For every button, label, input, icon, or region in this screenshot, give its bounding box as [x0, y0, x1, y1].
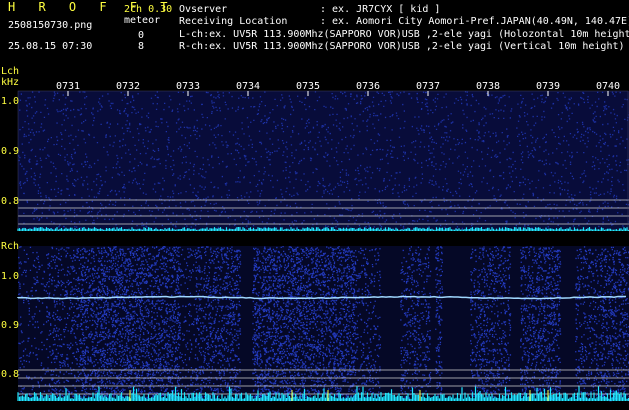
time-tick-label: 0737: [416, 81, 441, 92]
location-value: : ex. Aomori City Aomori-Pref.JAPAN(40.4…: [320, 16, 629, 27]
time-tick-label: 0736: [356, 81, 381, 92]
lch-tick-0-8: 0.8: [1, 196, 20, 207]
lch-info: L-ch:ex. UV5R 113.900Mhz(SAPPORO VOR)USB…: [179, 29, 629, 40]
time-tick-label: 0735: [296, 81, 321, 92]
time-tick-label: 0740: [596, 81, 621, 92]
lch-waterfall: [18, 91, 629, 232]
time-tick-label: 0734: [236, 81, 261, 92]
rch-info: R-ch:ex. UV5R 113.900Mhz(SAPPORO VOR)USB…: [179, 41, 625, 52]
rch-tick-0-9: 0.9: [1, 320, 20, 331]
meteor-count-lch: 0: [138, 30, 145, 41]
lch-label: Lch: [1, 66, 20, 77]
version-label: 2ch 0.30: [124, 4, 173, 15]
time-tick-label: 0733: [176, 81, 201, 92]
time-tick-label: 0738: [476, 81, 501, 92]
filename: 2508150730.png: [8, 20, 93, 31]
meteor-label: meteor: [124, 15, 161, 26]
location-label: Receiving Location: [179, 16, 288, 27]
rch-label: Rch: [1, 241, 20, 252]
lch-tick-0-9: 0.9: [1, 146, 20, 157]
lch-unit: kHz: [1, 77, 20, 88]
observer-value: : ex. JR7CYX [ kid ]: [320, 4, 441, 15]
meteor-count-rch: 8: [138, 41, 145, 52]
waterfall-canvas: [17, 90, 629, 402]
lch-tick-1-0: 1.0: [1, 96, 20, 107]
rch-tick-1-0: 1.0: [1, 271, 20, 282]
rch-tick-0-8: 0.8: [1, 369, 20, 380]
time-tick-label: 0739: [536, 81, 561, 92]
time-tick-label: 0731: [56, 81, 81, 92]
datetime: 25.08.15 07:30: [8, 41, 93, 52]
time-tick-label: 0732: [116, 81, 141, 92]
observer-label: Ovserver: [179, 4, 228, 15]
